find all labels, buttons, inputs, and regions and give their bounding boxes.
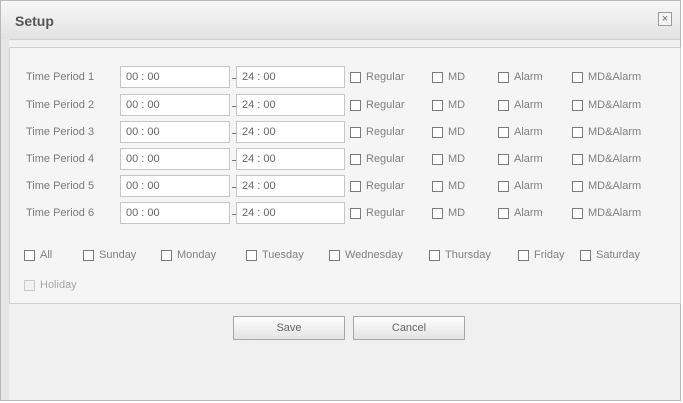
md-alarm-label: MD&Alarm [588, 207, 642, 219]
md-checkbox[interactable] [432, 181, 443, 192]
day-saturday-label: Saturday [596, 249, 641, 261]
md-checkbox[interactable] [432, 208, 443, 219]
alarm-label: Alarm [514, 99, 543, 111]
time-period-row-4: Time Period 4 00 : 00 24 : 00 Regular MD Alar… [10, 148, 680, 172]
md-alarm-label: MD&Alarm [588, 99, 642, 111]
day-wednesday-label: Wednesday [345, 249, 403, 261]
md-alarm-checkbox[interactable] [572, 181, 583, 192]
md-checkbox[interactable] [432, 100, 443, 111]
start-time-field[interactable]: 00 : 00 [120, 121, 230, 143]
alarm-checkbox[interactable] [498, 208, 509, 219]
md-checkbox[interactable] [432, 127, 443, 138]
time-period-row-6: Time Period 6 00 : 00 24 : 00 Regular MD Alar… [10, 202, 680, 226]
regular-checkbox[interactable] [350, 154, 361, 165]
md-alarm-checkbox[interactable] [572, 154, 583, 165]
time-period-row-1: Time Period 1 00 : 00 24 : 00 Regular MD Alar… [10, 66, 680, 90]
end-time-field[interactable]: 24 : 00 [236, 121, 345, 143]
start-time-field[interactable]: 00 : 00 [120, 66, 230, 88]
time-period-row-5: Time Period 5 00 : 00 24 : 00 Regular MD Alar… [10, 175, 680, 199]
end-time-field[interactable]: 24 : 00 [236, 202, 345, 224]
alarm-checkbox[interactable] [498, 127, 509, 138]
time-period-label: Time Period 5 [26, 180, 95, 192]
day-tuesday-checkbox[interactable] [246, 250, 257, 261]
regular-label: Regular [366, 207, 405, 219]
start-time-field[interactable]: 00 : 00 [120, 148, 230, 170]
start-time-field[interactable]: 00 : 00 [120, 175, 230, 197]
time-period-label: Time Period 1 [26, 71, 95, 83]
regular-checkbox[interactable] [350, 208, 361, 219]
end-time-field[interactable]: 24 : 00 [236, 66, 345, 88]
save-button[interactable]: Save [233, 316, 345, 340]
alarm-label: Alarm [514, 153, 543, 165]
md-alarm-checkbox[interactable] [572, 127, 583, 138]
md-alarm-checkbox[interactable] [572, 208, 583, 219]
day-thursday-label: Thursday [445, 249, 491, 261]
day-all-label: All [40, 249, 53, 261]
time-period-label: Time Period 4 [26, 153, 95, 165]
setup-dialog: Setup × Time Period 1 00 : 00 24 : 00 Regul… [0, 0, 681, 401]
day-saturday-checkbox[interactable] [580, 250, 591, 261]
md-label: MD [448, 207, 466, 219]
md-alarm-checkbox[interactable] [572, 100, 583, 111]
md-label: MD [448, 153, 466, 165]
md-alarm-label: MD&Alarm [588, 126, 642, 138]
time-period-label: Time Period 3 [26, 126, 95, 138]
end-time-field[interactable]: 24 : 00 [236, 94, 345, 116]
md-label: MD [448, 99, 466, 111]
end-time-field[interactable]: 24 : 00 [236, 175, 345, 197]
alarm-label: Alarm [514, 126, 543, 138]
time-period-label: Time Period 6 [26, 207, 95, 219]
day-monday-label: Monday [177, 249, 217, 261]
alarm-checkbox[interactable] [498, 181, 509, 192]
end-time-field[interactable]: 24 : 00 [236, 148, 345, 170]
schedule-panel: Time Period 1 00 : 00 24 : 00 Regular MD Alar… [9, 47, 681, 304]
md-alarm-checkbox[interactable] [572, 72, 583, 83]
md-checkbox[interactable] [432, 72, 443, 83]
regular-checkbox[interactable] [350, 72, 361, 83]
regular-checkbox[interactable] [350, 100, 361, 111]
regular-label: Regular [366, 126, 405, 138]
dialog-left-strip [1, 39, 9, 400]
day-sunday-checkbox[interactable] [83, 250, 94, 261]
day-friday-checkbox[interactable] [518, 250, 529, 261]
day-thursday-checkbox[interactable] [429, 250, 440, 261]
cancel-button[interactable]: Cancel [353, 316, 465, 340]
md-alarm-label: MD&Alarm [588, 180, 642, 192]
holiday-checkbox[interactable] [24, 280, 35, 291]
regular-checkbox[interactable] [350, 127, 361, 138]
alarm-checkbox[interactable] [498, 72, 509, 83]
day-all-checkbox[interactable] [24, 250, 35, 261]
alarm-label: Alarm [514, 180, 543, 192]
dialog-titlebar[interactable]: Setup × [1, 1, 680, 40]
regular-label: Regular [366, 71, 405, 83]
md-alarm-label: MD&Alarm [588, 153, 642, 165]
day-sunday-label: Sunday [99, 249, 137, 261]
alarm-checkbox[interactable] [498, 154, 509, 165]
alarm-label: Alarm [514, 207, 543, 219]
start-time-field[interactable]: 00 : 00 [120, 94, 230, 116]
regular-label: Regular [366, 180, 405, 192]
close-icon[interactable]: × [658, 12, 672, 26]
regular-checkbox[interactable] [350, 181, 361, 192]
md-label: MD [448, 126, 466, 138]
day-tuesday-label: Tuesday [262, 249, 304, 261]
md-label: MD [448, 180, 466, 192]
md-label: MD [448, 71, 466, 83]
dialog-title: Setup [15, 13, 54, 29]
md-alarm-label: MD&Alarm [588, 71, 642, 83]
time-period-label: Time Period 2 [26, 99, 95, 111]
time-period-row-2: Time Period 2 00 : 00 24 : 00 Regular MD Alar… [10, 94, 680, 118]
day-wednesday-checkbox[interactable] [329, 250, 340, 261]
regular-label: Regular [366, 99, 405, 111]
day-friday-label: Friday [534, 249, 565, 261]
md-checkbox[interactable] [432, 154, 443, 165]
time-period-row-3: Time Period 3 00 : 00 24 : 00 Regular MD Alar… [10, 121, 680, 145]
holiday-label: Holiday [40, 279, 77, 291]
regular-label: Regular [366, 153, 405, 165]
alarm-label: Alarm [514, 71, 543, 83]
day-monday-checkbox[interactable] [161, 250, 172, 261]
start-time-field[interactable]: 00 : 00 [120, 202, 230, 224]
alarm-checkbox[interactable] [498, 100, 509, 111]
